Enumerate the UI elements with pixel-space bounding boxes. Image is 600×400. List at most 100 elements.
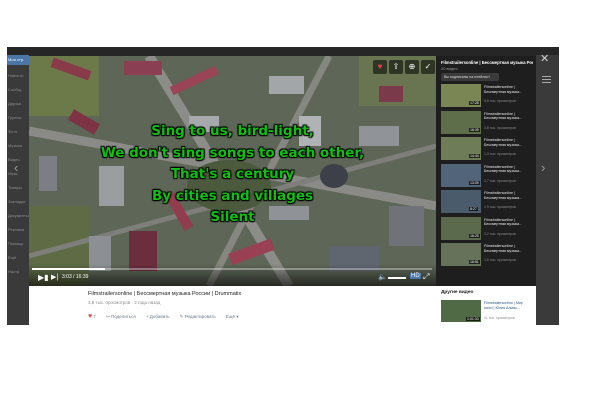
sidebar-menu: Моя стр. Новости Сообщ. Друзья Группы Фото Муз… bbox=[7, 55, 29, 325]
playlist-item[interactable]: 16:25 Filmstrailersonline | Бессмертная му… bbox=[441, 216, 536, 244]
lyric-line: Silent bbox=[210, 209, 255, 225]
more-button[interactable]: Ещё ▾ bbox=[226, 314, 239, 320]
sidebar-item[interactable]: Фото bbox=[7, 125, 29, 139]
added-check-icon[interactable]: ✓ bbox=[421, 60, 435, 74]
pause-icon[interactable]: ▶▮ bbox=[38, 273, 49, 282]
playlist-item-title-line: Бессмертная музыка... bbox=[484, 195, 523, 200]
share-icon[interactable]: ⇪ bbox=[389, 60, 403, 74]
playlist-item-title[interactable]: Filmstrailersonline | Бессмертная музыка.… bbox=[484, 112, 536, 121]
sidebar-item[interactable]: Моя стр. bbox=[7, 55, 29, 65]
playlist-count: 20 видео bbox=[441, 66, 458, 71]
playlist-duration: 14:44 bbox=[469, 154, 480, 158]
screen: Моя стр. Новости Сообщ. Друзья Группы Фото Муз… bbox=[0, 0, 600, 400]
sidebar-item[interactable]: Ещё bbox=[7, 251, 29, 265]
sidebar-item[interactable]: Настр. bbox=[7, 265, 29, 279]
sidebar-item[interactable]: Документы bbox=[7, 209, 29, 223]
playlist-item-title-line: Бессмертная музыка... bbox=[484, 116, 523, 121]
playlist-item[interactable]: 13:09 Filmstrailersonline | Бессмертная му… bbox=[441, 163, 536, 191]
next-video-arrow-icon[interactable]: › bbox=[541, 160, 545, 175]
add-label: Добавить bbox=[149, 314, 170, 319]
playlist-item-views: 5,6 тыс. просмотров bbox=[484, 99, 516, 103]
playlist-duration: 8:27 bbox=[469, 207, 478, 211]
playlist-item-title[interactable]: Filmstrailersonline | Бессмертная музыка.… bbox=[484, 165, 536, 174]
video-meta: 3,8 тыс. просмотров · 2 года назад bbox=[88, 300, 161, 305]
playlist-item-title[interactable]: Filmstrailersonline | Бессмертная музыка.… bbox=[484, 191, 536, 200]
volume-slider[interactable] bbox=[388, 277, 406, 279]
playlist-duration: 16:25 bbox=[469, 233, 480, 238]
progress-slider[interactable] bbox=[32, 268, 432, 270]
playlist-item-views: 1,3 тыс. просмотров bbox=[484, 152, 516, 156]
playlist-item-title-line: Бессмертная музыка... bbox=[484, 248, 523, 253]
volume-icon[interactable]: 🔈 bbox=[378, 273, 387, 281]
playlist-item-title-line: Бессмертная музыка... bbox=[484, 142, 523, 147]
playlist-item-title[interactable]: Filmstrailersonline | Бессмертная музыка.… bbox=[484, 244, 536, 253]
playlist-duration: 17:28 bbox=[469, 101, 480, 105]
playlist-duration: 13:09 bbox=[469, 180, 480, 185]
sidebar-item[interactable]: Группы bbox=[7, 111, 29, 125]
playlist-item[interactable]: 17:28 Filmstrailersonline | Бессмертная му… bbox=[441, 84, 536, 111]
playlist-toggle-icon[interactable] bbox=[542, 76, 551, 83]
playlist-item-title[interactable]: Filmstrailersonline | Бессмертная музыка.… bbox=[484, 138, 536, 147]
lyric-line: By cities and villages bbox=[151, 187, 314, 204]
other-video-views: 11 тыс. просмотров bbox=[484, 316, 515, 320]
heart-icon: ♥ bbox=[88, 313, 93, 320]
playlist-item-title[interactable]: Filmstrailersonline | Бессмертная музыка.… bbox=[484, 85, 536, 94]
playlist-duration: 16:39 bbox=[469, 127, 480, 132]
sidebar-item[interactable]: Товары bbox=[7, 181, 29, 195]
share-icon: ↪ bbox=[105, 313, 110, 319]
playlist-item-title[interactable]: Filmstrailersonline | Бессмертная музыка.… bbox=[484, 218, 536, 227]
playlist-title[interactable]: Filmstrailersonline | Бессмертная музыка… bbox=[441, 60, 533, 65]
lyrics-overlay: Sing to us, bird-light, We don't sing so… bbox=[29, 121, 436, 229]
close-icon[interactable]: ✕ bbox=[540, 54, 549, 65]
edit-button[interactable]: ✎ Редактировать bbox=[180, 314, 216, 320]
other-video-title[interactable]: Filmstrailersonline | Мир кино! | Юлия Ал… bbox=[484, 301, 536, 310]
share-button[interactable]: ↪ Поделиться bbox=[106, 314, 136, 320]
sidebar-item[interactable]: Сообщ. bbox=[7, 83, 29, 97]
more-label: Ещё bbox=[225, 313, 235, 319]
sidebar-item[interactable]: Реклама bbox=[7, 223, 29, 237]
fullscreen-icon[interactable]: ⤢ bbox=[423, 272, 429, 282]
quality-icon[interactable]: HD bbox=[410, 273, 421, 279]
like-heart-icon[interactable]: ♥ bbox=[373, 60, 387, 74]
pencil-icon: ✎ bbox=[179, 313, 184, 319]
share-label: Поделиться bbox=[110, 313, 136, 319]
sidebar-item[interactable]: Музыка bbox=[7, 139, 29, 153]
player-top-actions: ♥ ⇪ ⊕ ✓ bbox=[373, 60, 435, 74]
playlist-item[interactable]: 8:27 Filmstrailersonline | Бессмертная муз… bbox=[441, 190, 536, 217]
playlist-list: 17:28 Filmstrailersonline | Бессмертная му… bbox=[441, 84, 536, 270]
right-gutter bbox=[536, 55, 559, 325]
sidebar-item[interactable]: Помощь bbox=[7, 237, 29, 251]
other-video-title-line: кино! | Юлия Алмаз... bbox=[484, 305, 520, 310]
add-button[interactable]: + Добавить bbox=[146, 314, 170, 319]
other-video-duration: 1:01:33 bbox=[466, 317, 480, 321]
playlist-item[interactable]: 16:39 Filmstrailersonline | Бессмертная му… bbox=[441, 110, 536, 138]
current-time: 3:03 bbox=[62, 274, 72, 280]
playlist-item-views: 1,6 тыс. просмотров bbox=[484, 258, 516, 262]
other-videos-heading: Другие видео bbox=[441, 290, 474, 295]
playlist-item-title-line: Бессмертная музыка... bbox=[484, 169, 523, 174]
playlist-item[interactable]: 16:51 Filmstrailersonline | Бессмертная му… bbox=[441, 243, 536, 270]
lyric-line: Sing to us, bird-light, bbox=[151, 123, 314, 139]
progress-fill bbox=[32, 268, 106, 270]
playlist-item[interactable]: 14:44 Filmstrailersonline | Бессмертная му… bbox=[441, 137, 536, 164]
like-button[interactable]: ♥ 7 bbox=[88, 313, 96, 320]
lyric-line: We don't sing songs to each other, bbox=[100, 144, 365, 161]
previous-video-arrow-icon[interactable]: ‹ bbox=[14, 160, 18, 175]
video-action-bar: ♥ 7 ↪ Поделиться + Добавить ✎ Редактиров… bbox=[88, 313, 239, 320]
playlist-item-views: 1,9 тыс. просмотров bbox=[484, 205, 516, 209]
playlist-item-views: 3,8 тыс. просмотров bbox=[484, 125, 516, 130]
sidebar-item[interactable]: Новости bbox=[7, 69, 29, 83]
sidebar-item[interactable]: Друзья bbox=[7, 97, 29, 111]
video-title: Filmstrailersonline | Бессмертная музыка… bbox=[88, 291, 242, 297]
playlist-item-title-line: Бессмертная музыка... bbox=[484, 222, 523, 227]
sidebar-item[interactable]: Закладки bbox=[7, 195, 29, 209]
plus-icon: + bbox=[145, 314, 149, 319]
add-to-list-icon[interactable]: ⊕ bbox=[405, 60, 419, 74]
duration: 16:39 bbox=[75, 274, 89, 280]
video-player[interactable]: Sing to us, bird-light, We don't sing so… bbox=[29, 56, 436, 286]
subscribed-button[interactable]: Вы подписаны на плейлист bbox=[441, 73, 499, 81]
like-count: 7 bbox=[93, 314, 96, 319]
playlist-item-title-line: Бессмертная музыка... bbox=[484, 89, 523, 94]
playlist-item-views: 3,2 тыс. просмотров bbox=[484, 231, 516, 236]
next-track-icon[interactable]: ▶| bbox=[51, 273, 58, 281]
